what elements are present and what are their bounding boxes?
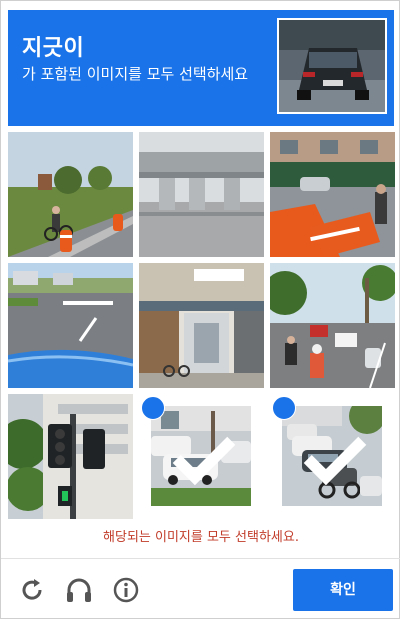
image-tile-8[interactable] bbox=[139, 394, 264, 519]
challenge-instruction: 가 포함된 이미지를 모두 선택하세요 bbox=[22, 65, 249, 83]
sample-image bbox=[277, 18, 387, 114]
selected-check-icon bbox=[272, 396, 367, 486]
challenge-header: 지긋이 가 포함된 이미지를 모두 선택하세요 bbox=[8, 10, 394, 126]
challenge-keyword: 지긋이 bbox=[22, 36, 85, 61]
image-grid bbox=[8, 132, 396, 519]
info-icon[interactable] bbox=[111, 575, 141, 605]
image-tile-4[interactable] bbox=[8, 263, 133, 388]
error-message: 해당되는 이미지를 모두 선택하세요. bbox=[103, 530, 299, 545]
verify-button[interactable]: 확인 bbox=[293, 569, 393, 611]
headphones-icon[interactable] bbox=[64, 575, 94, 605]
reload-icon[interactable] bbox=[17, 575, 47, 605]
footer-divider bbox=[1, 558, 400, 559]
image-tile-9[interactable] bbox=[270, 394, 395, 519]
selected-check-icon bbox=[141, 396, 236, 486]
image-tile-5[interactable] bbox=[139, 263, 264, 388]
image-tile-7[interactable] bbox=[8, 394, 133, 519]
image-tile-3[interactable] bbox=[270, 132, 395, 257]
image-tile-6[interactable] bbox=[270, 263, 395, 388]
image-tile-2[interactable] bbox=[139, 132, 264, 257]
captcha-challenge: 지긋이 가 포함된 이미지를 모두 선택하세요 해당되는 이미지를 모두 선택하… bbox=[0, 0, 400, 619]
image-tile-1[interactable] bbox=[8, 132, 133, 257]
